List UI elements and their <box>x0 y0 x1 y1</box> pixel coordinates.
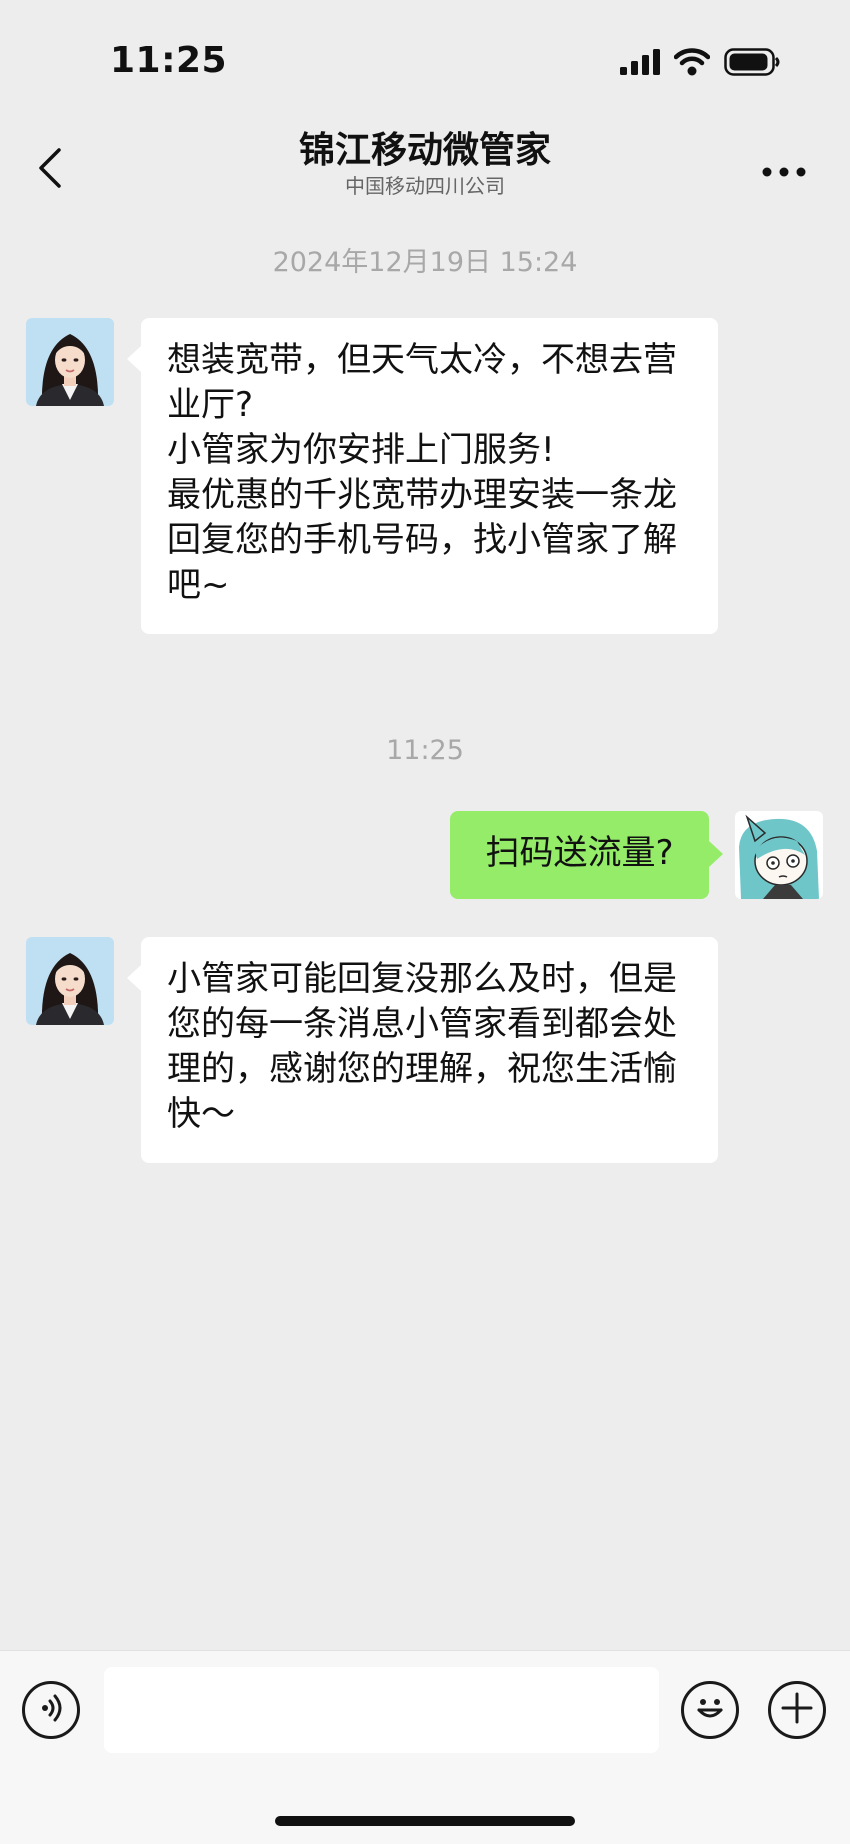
more-button[interactable] <box>754 156 814 186</box>
message-timestamp: 11:25 <box>386 735 464 766</box>
plus-icon <box>779 1690 815 1730</box>
emoji-icon <box>690 1688 730 1732</box>
status-bar: 11:25 <box>0 0 850 120</box>
voice-button[interactable] <box>22 1681 80 1739</box>
home-indicator[interactable] <box>275 1816 575 1826</box>
message-bubble-outgoing[interactable]: 扫码送流量? <box>450 811 723 899</box>
message-timestamp: 2024年12月19日 15:24 <box>272 247 578 278</box>
plus-button[interactable] <box>768 1681 826 1739</box>
message-bubble-incoming[interactable]: 想装宽带，但天气太冷，不想去营业厅? 小管家为你安排上门服务! 最优惠的千兆宽带… <box>127 318 718 634</box>
assistant-avatar[interactable] <box>26 937 114 1025</box>
status-time: 11:25 <box>110 40 228 81</box>
chat-header: 锦江移动微管家 中国移动四川公司 <box>0 120 850 220</box>
chat-title: 锦江移动微管家 <box>298 130 551 171</box>
wifi-icon <box>673 48 711 80</box>
emoji-button[interactable] <box>681 1681 739 1739</box>
status-icons <box>620 48 780 80</box>
input-bar <box>0 1650 850 1844</box>
chat-subtitle: 中国移动四川公司 <box>345 174 505 198</box>
more-icon <box>762 162 806 181</box>
message-bubble-incoming[interactable]: 小管家可能回复没那么及时，但是您的每一条消息小管家看到都会处理的，感谢您的理解，… <box>127 937 718 1163</box>
user-avatar[interactable] <box>735 811 823 899</box>
message-input[interactable] <box>104 1667 659 1753</box>
assistant-avatar[interactable] <box>26 318 114 406</box>
chat-title-area: 锦江移动微管家 中国移动四川公司 <box>0 128 850 198</box>
battery-icon <box>724 48 780 80</box>
voice-icon <box>36 1693 66 1727</box>
signal-icon <box>620 49 660 79</box>
